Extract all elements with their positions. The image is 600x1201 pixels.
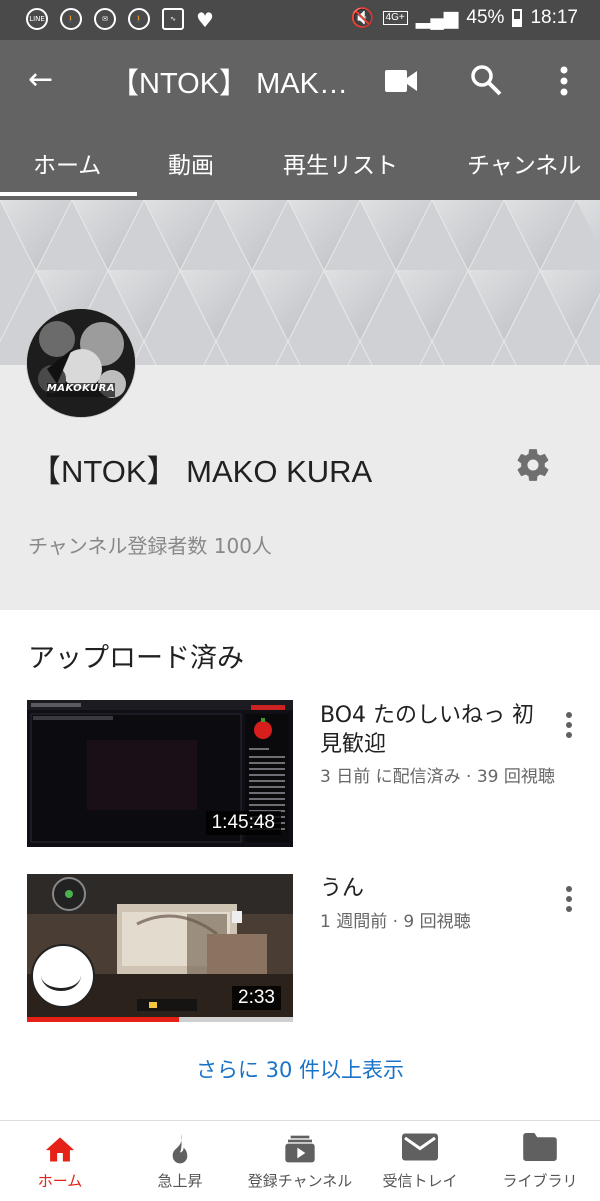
nav-label: 受信トレイ bbox=[382, 1172, 458, 1190]
tab-videos[interactable]: 動画 bbox=[168, 146, 214, 180]
walk-icon: 🚶 bbox=[60, 8, 82, 30]
more-vert-icon[interactable] bbox=[560, 66, 568, 96]
walk-icon: 🚶 bbox=[128, 8, 150, 30]
battery-text: 45% bbox=[466, 7, 505, 28]
home-icon bbox=[45, 1137, 75, 1162]
watch-progress-bar bbox=[27, 1017, 179, 1022]
meme-face-icon bbox=[41, 960, 81, 991]
tab-playlists[interactable]: 再生リスト bbox=[283, 146, 398, 180]
back-arrow-icon[interactable]: ← bbox=[28, 62, 53, 97]
clock: 18:17 bbox=[530, 7, 578, 28]
settings-gear-icon[interactable] bbox=[514, 446, 552, 484]
inbox-icon bbox=[402, 1133, 438, 1161]
video-duration: 2:33 bbox=[232, 986, 281, 1010]
signal-icon: ▂▄▆ bbox=[415, 7, 459, 29]
channel-avatar[interactable]: MAKOKURA bbox=[26, 308, 136, 418]
video-title[interactable]: うん bbox=[320, 874, 550, 903]
nav-label: 登録チャンネル bbox=[247, 1172, 353, 1190]
app-bar-title: 【NTOK】 MAKO KURA bbox=[110, 68, 350, 100]
activity-icon: ∿ bbox=[162, 8, 184, 30]
channel-name: 【NTOK】 MAKO KURA bbox=[30, 454, 373, 489]
active-tab-indicator bbox=[0, 192, 137, 196]
trending-icon bbox=[172, 1134, 188, 1164]
nav-label: ホーム bbox=[37, 1172, 83, 1190]
battery-icon bbox=[512, 9, 523, 27]
avatar-text: MAKOKURA bbox=[46, 383, 116, 394]
line-icon: LINE bbox=[26, 8, 48, 30]
search-icon[interactable] bbox=[470, 64, 502, 96]
video-meta: 3 日前 に配信済み · 39 回視聴 bbox=[320, 767, 555, 787]
uploads-section-title: アップロード済み bbox=[28, 643, 244, 674]
tab-channels[interactable]: チャンネル bbox=[467, 146, 581, 180]
video-meta: 1 週間前 · 9 回視聴 bbox=[320, 912, 471, 932]
video-more-icon[interactable] bbox=[565, 886, 573, 912]
channel-tabs: ホーム 動画 再生リスト チャンネル bbox=[0, 132, 600, 200]
video-more-icon[interactable] bbox=[565, 712, 573, 738]
show-more-link[interactable]: さらに 30 件以上表示 bbox=[0, 1054, 600, 1084]
nav-label: ライブラリ bbox=[502, 1172, 578, 1190]
nav-label: 急上昇 bbox=[157, 1172, 203, 1190]
video-thumbnail[interactable]: 1:45:48 bbox=[27, 700, 293, 847]
watch-progress-track bbox=[27, 1017, 293, 1022]
nav-home[interactable]: ホーム bbox=[0, 1121, 120, 1201]
nav-inbox[interactable]: 受信トレイ bbox=[360, 1121, 480, 1201]
video-thumbnail[interactable]: 2:33 bbox=[27, 874, 293, 1022]
heart-icon: ♥ bbox=[196, 8, 214, 32]
mail-icon: ✉ bbox=[94, 8, 116, 30]
app-bar: ← 【NTOK】 MAKO KURA ホーム 動画 再生リスト チャンネル bbox=[0, 40, 600, 200]
tab-home[interactable]: ホーム bbox=[33, 146, 101, 180]
subscriptions-icon bbox=[285, 1135, 315, 1163]
nav-library[interactable]: ライブラリ bbox=[480, 1121, 600, 1201]
video-title[interactable]: BO4 たのしいねっ 初見歓迎 bbox=[320, 701, 550, 759]
mute-icon: 🔇 bbox=[350, 8, 375, 29]
nav-subscriptions[interactable]: 登録チャンネル bbox=[240, 1121, 360, 1201]
nav-trending[interactable]: 急上昇 bbox=[120, 1121, 240, 1201]
library-icon bbox=[523, 1133, 557, 1161]
bottom-navigation: ホーム 急上昇 登録チャンネル 受信トレイ ライブラリ bbox=[0, 1120, 600, 1201]
status-bar: LINE 🚶 ✉ 🚶 ∿ ♥ 🔇 4G+ ▂▄▆ 45% 18:17 bbox=[0, 0, 600, 40]
video-camera-icon[interactable] bbox=[385, 70, 417, 92]
video-duration: 1:45:48 bbox=[205, 811, 281, 835]
subscriber-count: チャンネル登録者数 100人 bbox=[28, 534, 272, 558]
network-badge: 4G+ bbox=[382, 11, 408, 25]
